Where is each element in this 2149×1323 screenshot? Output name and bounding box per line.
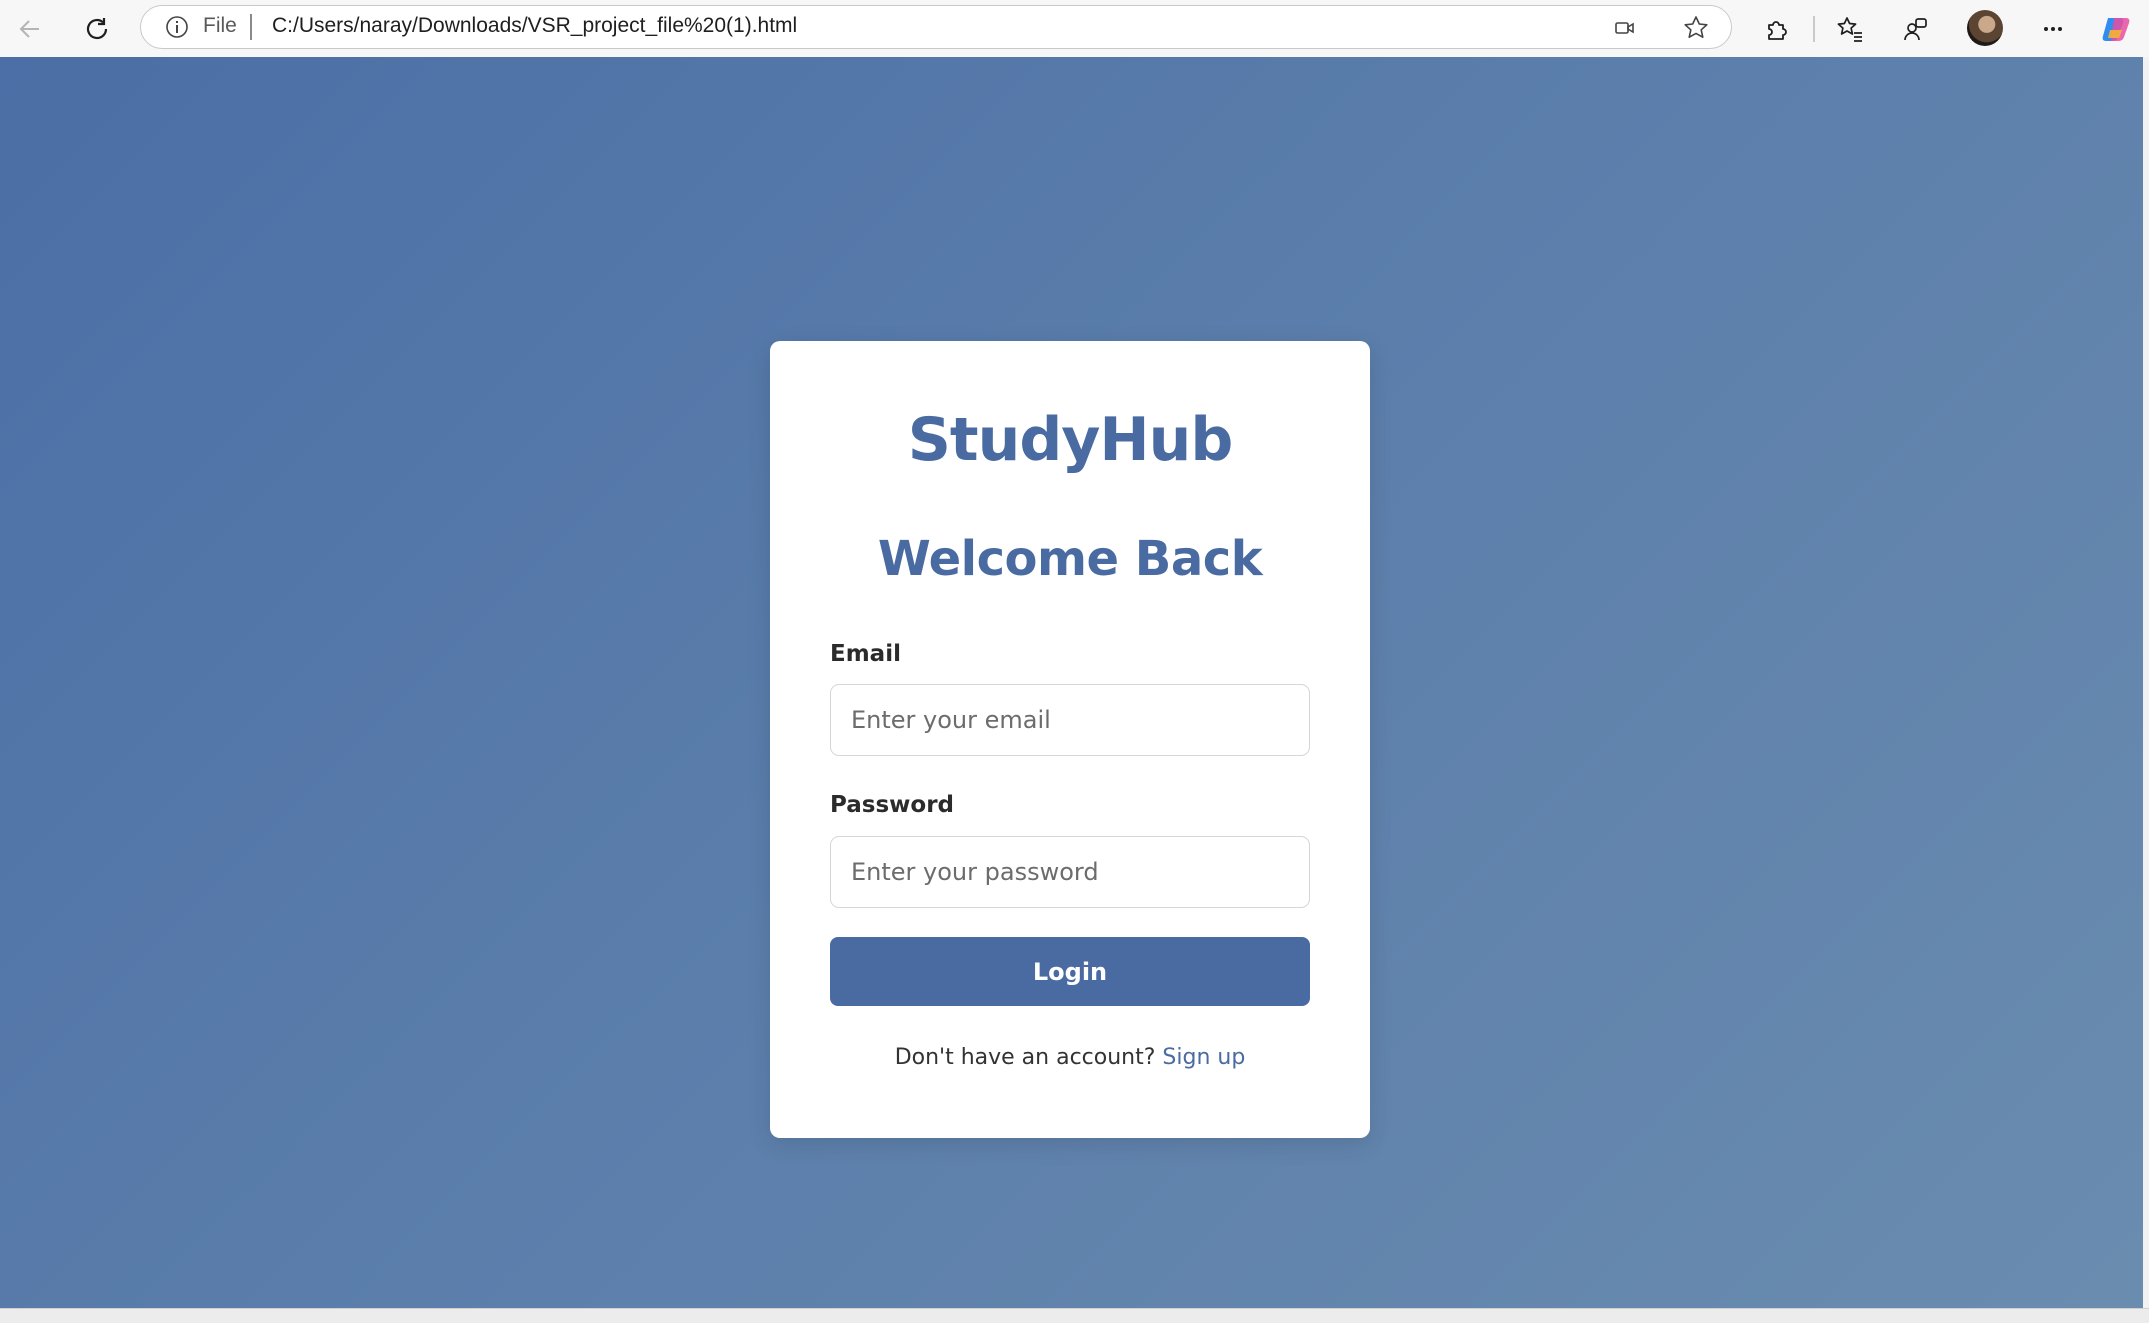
address-divider bbox=[250, 14, 252, 40]
page-background: StudyHub Welcome Back Email Password Log… bbox=[0, 57, 2143, 1308]
page-title: Welcome Back bbox=[877, 531, 1263, 587]
address-bar[interactable]: File C:/Users/naray/Downloads/VSR_projec… bbox=[140, 5, 1732, 49]
address-url[interactable]: C:/Users/naray/Downloads/VSR_project_fil… bbox=[272, 14, 797, 38]
signup-prompt: Don't have an account? bbox=[894, 1045, 1163, 1070]
email-label: Email bbox=[830, 641, 901, 667]
window-right-edge bbox=[2143, 57, 2149, 1323]
brand-title: StudyHub bbox=[907, 405, 1234, 475]
browser-toolbar: File C:/Users/naray/Downloads/VSR_projec… bbox=[0, 0, 2149, 57]
refresh-icon[interactable] bbox=[78, 10, 116, 48]
favorites-icon[interactable] bbox=[1831, 10, 1869, 48]
toolbar-divider bbox=[1813, 16, 1815, 42]
signup-prompt-line: Don't have an account? Sign up bbox=[770, 1045, 1370, 1070]
signup-link[interactable]: Sign up bbox=[1162, 1045, 1245, 1070]
password-field[interactable] bbox=[830, 836, 1310, 908]
info-icon[interactable] bbox=[165, 15, 189, 39]
star-icon[interactable] bbox=[1682, 14, 1710, 42]
puzzle-icon[interactable] bbox=[1758, 10, 1796, 48]
video-camera-icon[interactable] bbox=[1611, 14, 1639, 42]
avatar[interactable] bbox=[1967, 10, 2003, 46]
back-arrow-icon[interactable] bbox=[11, 10, 49, 48]
login-card: StudyHub Welcome Back Email Password Log… bbox=[770, 341, 1370, 1138]
copilot-icon[interactable] bbox=[2098, 10, 2136, 48]
window-bottom-edge bbox=[0, 1308, 2149, 1323]
more-icon[interactable] bbox=[2034, 10, 2072, 48]
email-field[interactable] bbox=[830, 684, 1310, 756]
collections-icon[interactable] bbox=[1897, 10, 1935, 48]
password-label: Password bbox=[830, 792, 954, 818]
login-button[interactable]: Login bbox=[830, 937, 1310, 1006]
address-scheme-label: File bbox=[203, 14, 237, 37]
